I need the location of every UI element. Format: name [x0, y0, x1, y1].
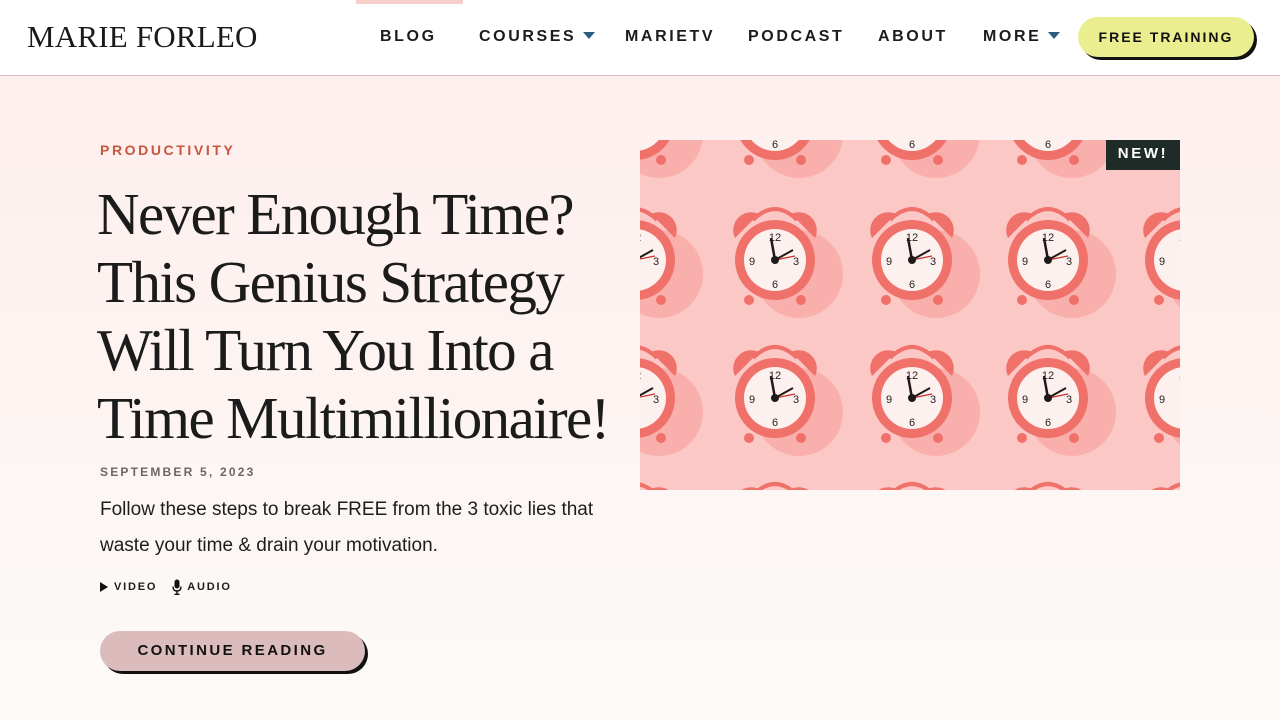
nav-item-label: PODCAST	[748, 28, 845, 45]
alarm-clock-icon: 12369	[878, 482, 946, 490]
audio-tag-label: AUDIO	[187, 581, 232, 593]
post-date: SEPTEMBER 5, 2023	[100, 465, 256, 479]
svg-text:3: 3	[1066, 256, 1072, 268]
alarm-clock-icon: 12369	[1143, 345, 1180, 446]
svg-text:12: 12	[1179, 370, 1180, 382]
alarm-clocks-pattern-image: 1236912369123691236912369123691236912369…	[640, 140, 1180, 490]
alarm-clock-icon: 12369	[1143, 207, 1180, 308]
svg-text:9: 9	[749, 256, 755, 268]
nav-item-more[interactable]: MORE	[983, 26, 1061, 48]
svg-text:6: 6	[1045, 140, 1051, 151]
svg-text:6: 6	[909, 140, 915, 151]
video-tag-label: VIDEO	[114, 581, 158, 593]
nav-item-label: ABOUT	[878, 28, 948, 45]
svg-text:3: 3	[1066, 394, 1072, 406]
svg-text:6: 6	[1045, 417, 1051, 429]
svg-text:9: 9	[1022, 256, 1028, 268]
nav-item-marietv[interactable]: MARIETV	[625, 26, 715, 48]
svg-text:3: 3	[653, 256, 659, 268]
media-tags: VIDEO AUDIO	[100, 578, 247, 596]
alarm-clock-icon: 12369	[640, 140, 703, 178]
nav-item-courses[interactable]: COURSES	[479, 26, 596, 48]
svg-text:3: 3	[793, 256, 799, 268]
post-excerpt: Follow these steps to break FREE from th…	[100, 499, 594, 556]
continue-reading-button[interactable]: CONTINUE READING	[100, 631, 365, 671]
nav-item-podcast[interactable]: PODCAST	[748, 26, 844, 48]
post-featured-image[interactable]: 1236912369123691236912369123691236912369…	[640, 140, 1180, 490]
site-header: MARIE FORLEO BLOG COURSES MARIETV PODCAS…	[0, 0, 1280, 76]
alarm-clock-icon: 12369	[877, 140, 980, 178]
svg-text:3: 3	[793, 394, 799, 406]
svg-text:9: 9	[1022, 394, 1028, 406]
svg-text:12: 12	[640, 370, 641, 382]
chevron-down-icon	[583, 32, 596, 40]
svg-text:6: 6	[1045, 279, 1051, 291]
post-title-line: This Genius Strategy	[97, 249, 565, 315]
nav-item-label: BLOG	[380, 28, 437, 45]
microphone-icon	[172, 579, 182, 595]
post-title[interactable]: Never Enough Time? This Genius Strategy …	[97, 180, 617, 452]
alarm-clock-icon: 12369	[1006, 207, 1116, 318]
alarm-clock-icon: 12369	[1006, 345, 1116, 456]
alarm-clock-icon: 12369	[640, 345, 703, 456]
nav-item-blog[interactable]: BLOG	[380, 26, 437, 48]
nav-item-about[interactable]: ABOUT	[878, 26, 948, 48]
alarm-clock-icon: 12369	[1151, 482, 1180, 490]
svg-text:9: 9	[886, 394, 892, 406]
svg-text:3: 3	[930, 394, 936, 406]
alarm-clock-icon: 12369	[733, 345, 843, 456]
alarm-clock-icon: 12369	[640, 207, 703, 318]
svg-text:9: 9	[1159, 256, 1165, 268]
svg-text:9: 9	[886, 256, 892, 268]
nav-item-label: MARIETV	[625, 28, 716, 45]
svg-text:3: 3	[930, 256, 936, 268]
new-badge: NEW!	[1106, 140, 1180, 170]
alarm-clock-icon: 12369	[640, 482, 669, 490]
nav-item-label: COURSES	[479, 28, 577, 45]
alarm-clock-icon: 12369	[870, 345, 980, 456]
alarm-clock-icon: 12369	[1014, 482, 1082, 490]
svg-text:12: 12	[640, 232, 641, 244]
svg-text:3: 3	[653, 394, 659, 406]
svg-text:6: 6	[772, 279, 778, 291]
svg-text:9: 9	[1159, 394, 1165, 406]
alarm-clock-icon: 12369	[741, 482, 809, 490]
svg-text:12: 12	[1179, 232, 1180, 244]
alarm-clock-icon: 12369	[1013, 140, 1116, 178]
post-category[interactable]: PRODUCTIVITY	[100, 141, 235, 159]
alarm-clock-icon: 12369	[740, 140, 843, 178]
svg-text:6: 6	[909, 417, 915, 429]
svg-text:6: 6	[772, 140, 778, 151]
nav-item-label: MORE	[983, 28, 1042, 45]
post-title-line: Time Multimillionaire!	[97, 385, 610, 451]
post-title-line: Never Enough Time?	[97, 181, 575, 247]
nav-active-indicator	[356, 0, 463, 4]
chevron-down-icon	[1048, 32, 1061, 40]
svg-text:6: 6	[909, 279, 915, 291]
video-tag[interactable]: VIDEO	[100, 581, 157, 593]
svg-text:9: 9	[749, 394, 755, 406]
audio-tag[interactable]: AUDIO	[172, 579, 231, 595]
alarm-clock-icon: 12369	[870, 207, 980, 318]
play-icon	[100, 582, 108, 592]
free-training-button[interactable]: FREE TRAINING	[1078, 17, 1254, 57]
post-title-line: Will Turn You Into a	[97, 317, 554, 383]
alarm-clock-icon: 12369	[733, 207, 843, 318]
svg-text:6: 6	[772, 417, 778, 429]
